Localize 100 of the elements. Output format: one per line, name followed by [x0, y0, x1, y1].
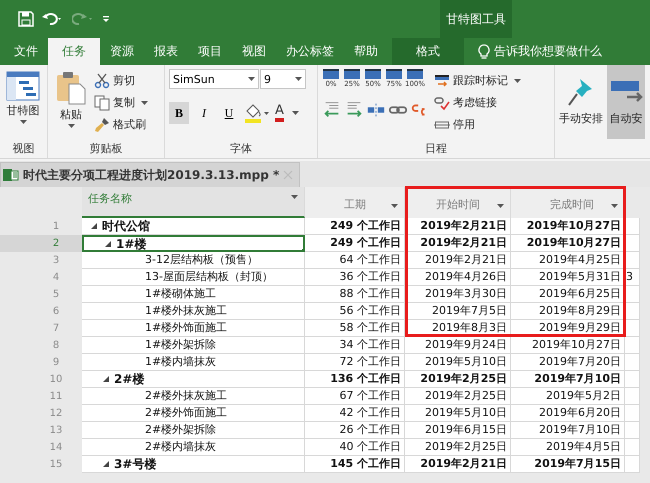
- tell-me-search[interactable]: 告诉我你想要做什么: [494, 43, 602, 60]
- table-cell: [625, 371, 640, 388]
- task-name-cell[interactable]: 3#号楼: [82, 456, 305, 473]
- start-date-cell: 2019年5月10日: [405, 405, 511, 422]
- task-name-cell[interactable]: 1#楼外抹灰施工: [82, 303, 305, 320]
- task-name: 1#楼外抹灰施工: [145, 303, 228, 319]
- collapse-triangle-icon[interactable]: [91, 223, 97, 229]
- finish-date-cell: 2019年6月20日: [511, 405, 625, 422]
- auto-schedule-button[interactable]: 自动安: [607, 65, 645, 139]
- task-name-cell[interactable]: 时代公馆: [82, 218, 305, 235]
- collapse-triangle-icon[interactable]: [103, 376, 109, 382]
- project-file-icon: [3, 168, 19, 182]
- table-cell: [625, 303, 640, 320]
- document-tab[interactable]: 时代主要分项工程进度计划2019.3.13.mpp *: [0, 162, 300, 187]
- task-name-cell[interactable]: 1#楼砌体施工: [82, 286, 305, 303]
- task-name: 1#楼砌体施工: [145, 286, 216, 302]
- start-date-cell: 2019年2月21日: [405, 456, 511, 473]
- group-label: 视图: [12, 141, 36, 156]
- link-check-icon: [434, 94, 450, 110]
- task-name-cell[interactable]: 2#楼外架拆除: [82, 422, 305, 439]
- underline-button[interactable]: U: [219, 102, 239, 124]
- table-cell: 3: [625, 269, 640, 286]
- inactivate-button[interactable]: 停用: [434, 115, 521, 134]
- undo-icon[interactable]: [42, 12, 64, 26]
- start-date-cell: 2019年5月10日: [405, 354, 511, 371]
- caret-icon: [248, 77, 255, 81]
- table-cell: [625, 337, 640, 354]
- italic-button[interactable]: I: [194, 102, 214, 124]
- table-cell: [625, 456, 640, 473]
- collapse-triangle-icon[interactable]: [103, 461, 109, 467]
- duration-cell: 136 个工作日: [305, 371, 405, 388]
- task-name-cell[interactable]: 1#楼外饰面施工: [82, 320, 305, 337]
- paintbrush-icon: [94, 116, 110, 132]
- group-label: 字体: [229, 141, 253, 156]
- finish-date-cell: 2019年6月25日: [511, 286, 625, 303]
- task-name: 3-12层结构板（预售）: [145, 252, 258, 268]
- task-name-cell[interactable]: 1#楼内墙抹灰: [82, 354, 305, 371]
- start-date-cell: 2019年6月15日: [405, 422, 511, 439]
- copy-button[interactable]: 复制: [94, 93, 148, 112]
- start-date-cell: 2019年2月25日: [405, 388, 511, 405]
- cut-button[interactable]: 剪切: [94, 71, 148, 90]
- collapse-triangle-icon[interactable]: [105, 240, 111, 246]
- caret-icon: [68, 124, 74, 128]
- font-color-button[interactable]: A: [275, 104, 284, 122]
- start-date-cell: 2019年3月30日: [405, 286, 511, 303]
- ribbon-tab[interactable]: 任务: [48, 38, 100, 65]
- manual-schedule-button[interactable]: 手动安排: [557, 65, 605, 158]
- task-name-cell[interactable]: 13-屋面层结构板（封顶）: [82, 269, 305, 286]
- respect-links-button[interactable]: 考虑链接: [434, 93, 521, 112]
- ribbon-tab[interactable]: 资源: [100, 38, 144, 65]
- duration-cell: 40 个工作日: [305, 439, 405, 456]
- task-name-cell[interactable]: 3-12层结构板（预售）: [82, 252, 305, 269]
- duration-cell: 56 个工作日: [305, 303, 405, 320]
- mark-on-track-button[interactable]: 跟踪时标记: [434, 71, 521, 90]
- save-icon[interactable]: [18, 11, 34, 27]
- bold-button[interactable]: B: [169, 102, 189, 124]
- fill-color-icon[interactable]: [244, 103, 270, 123]
- task-name: 时代公馆: [102, 218, 150, 234]
- task-name: 1#楼外饰面施工: [145, 320, 228, 336]
- finish-date-cell: 2019年7月20日: [511, 354, 625, 371]
- finish-date-cell: 2019年4月5日: [511, 439, 625, 456]
- ribbon-tab[interactable]: 项目: [188, 38, 232, 65]
- format-painter-button[interactable]: 格式刷: [94, 115, 148, 134]
- ribbon-tab[interactable]: 报表: [144, 38, 188, 65]
- start-date-cell: 2019年2月21日: [405, 218, 511, 235]
- row-number[interactable]: 2: [0, 235, 82, 252]
- ribbon-tab[interactable]: 格式: [392, 38, 464, 65]
- gantt-chart-button[interactable]: 甘特图: [4, 69, 42, 141]
- ribbon-tab[interactable]: 视图: [232, 38, 276, 65]
- duration-cell: 36 个工作日: [305, 269, 405, 286]
- duration-cell: 26 个工作日: [305, 422, 405, 439]
- caret-icon: [141, 100, 148, 104]
- start-date-cell: 2019年9月24日: [405, 337, 511, 354]
- task-name-cell[interactable]: 2#楼外饰面施工: [82, 405, 305, 422]
- font-name-dropdown[interactable]: SimSun: [169, 69, 259, 89]
- task-bar-icon: [434, 72, 450, 88]
- ribbon-tab[interactable]: 帮助: [344, 38, 388, 65]
- task-name-cell[interactable]: 1#楼外架拆除: [82, 337, 305, 354]
- column-header[interactable]: 完成时间: [511, 187, 625, 218]
- table-cell: [625, 320, 640, 337]
- ribbon-tab[interactable]: 办公标签: [276, 38, 344, 65]
- start-date-cell: 2019年2月25日: [405, 439, 511, 456]
- task-name: 1#楼内墙抹灰: [145, 354, 216, 370]
- font-size-dropdown[interactable]: 9: [260, 69, 306, 89]
- customize-icon[interactable]: [102, 14, 110, 24]
- column-header[interactable]: 开始时间: [405, 187, 511, 218]
- column-header[interactable]: 任务名称: [82, 187, 305, 218]
- caret-icon: [295, 77, 302, 81]
- task-name: 2#楼外抹灰施工: [145, 388, 228, 404]
- table-cell: [625, 388, 640, 405]
- task-name-cell[interactable]: 2#楼: [82, 371, 305, 388]
- paste-button[interactable]: 粘贴: [52, 69, 90, 141]
- task-name-cell[interactable]: 1#楼: [82, 235, 305, 252]
- table-cell: [625, 422, 640, 439]
- column-header[interactable]: 工期: [305, 187, 405, 218]
- start-date-cell: 2019年4月26日: [405, 269, 511, 286]
- ribbon-tab[interactable]: 文件: [4, 38, 48, 65]
- task-name-cell[interactable]: 2#楼内墙抹灰: [82, 439, 305, 456]
- finish-date-cell: 2019年5月2日: [511, 388, 625, 405]
- task-name-cell[interactable]: 2#楼外抹灰施工: [82, 388, 305, 405]
